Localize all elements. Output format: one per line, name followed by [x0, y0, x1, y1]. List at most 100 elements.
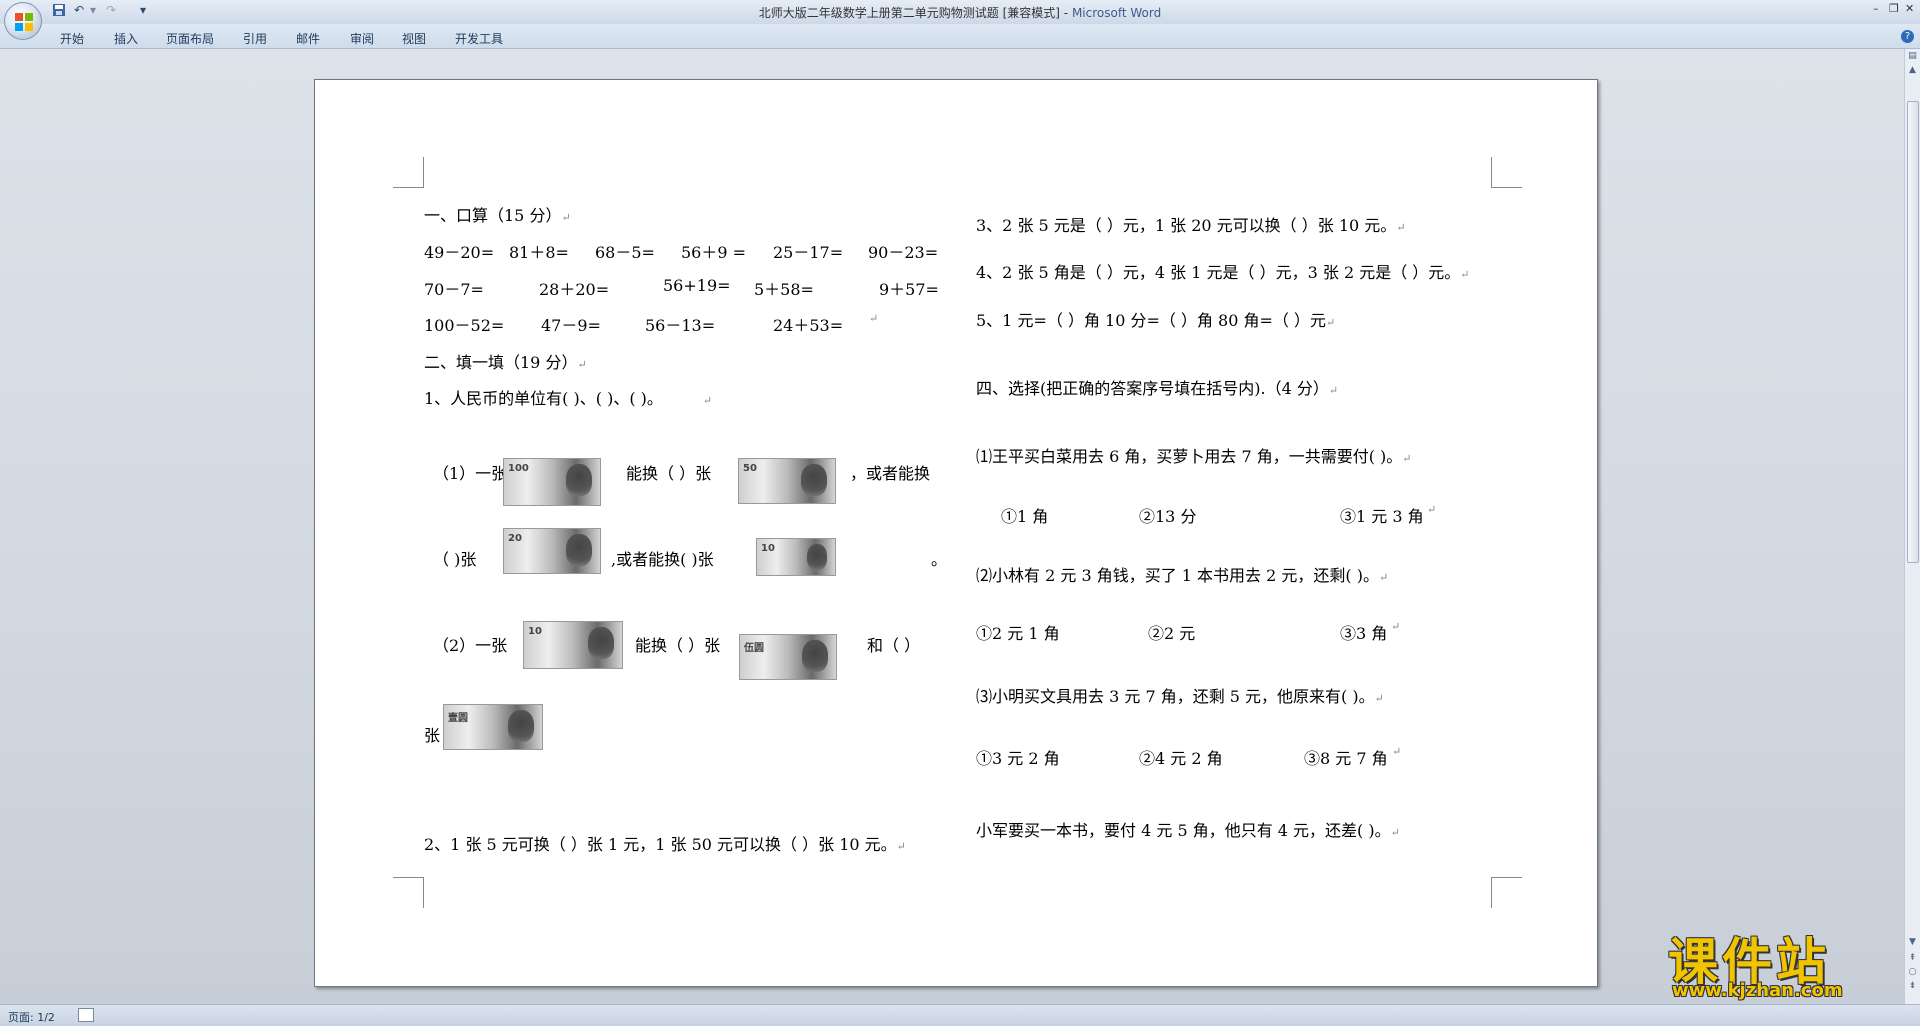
question-2-text: 2、1 张 5 元可换（ ）张 1 元，1 张 50 元可以换（ ）张 10 元… — [424, 835, 897, 854]
option: ②2 元 — [1148, 624, 1196, 643]
choice-3: ⑶小明买文具用去 3 元 7 角，还剩 5 元，他原来有( )。↵ — [976, 683, 1384, 707]
ruler-toggle-icon[interactable]: ▤ — [1907, 51, 1918, 62]
paragraph-mark: ↵ — [1427, 503, 1437, 516]
site-watermark: 课件站 www.kjzhan.com — [1668, 922, 1898, 1002]
banknote-label: 50 — [743, 463, 757, 474]
portrait-icon — [802, 640, 828, 672]
q1a-prefix: （1）一张 — [433, 464, 508, 483]
scroll-up-icon[interactable]: ▲ — [1907, 65, 1918, 76]
option: ③1 元 3 角 — [1340, 507, 1424, 526]
tab-developer[interactable]: 开发工具 — [455, 30, 503, 47]
paragraph-mark: ↵ — [1374, 692, 1384, 705]
banknote-1-image: 壹圆 — [443, 704, 543, 750]
arith-item: 68－5= — [595, 243, 655, 262]
arith-item: 90－23= — [868, 243, 939, 262]
choice-2: ⑵小林有 2 元 3 角钱，买了 1 本书用去 2 元，还剩( )。↵ — [976, 562, 1388, 586]
arith-item: 25－17= — [773, 243, 844, 262]
tab-insert[interactable]: 插入 — [114, 30, 138, 47]
banknote-label: 10 — [528, 626, 542, 637]
margin-corner-tr — [1491, 157, 1522, 188]
paragraph-mark: ↵ — [1378, 571, 1389, 584]
arith-item: 70－7= — [424, 280, 484, 299]
help-icon[interactable]: ? — [1901, 30, 1914, 43]
office-button[interactable] — [4, 2, 42, 40]
q2a-suffix: 和（ ） — [867, 636, 921, 655]
choice-1: ⑴王平买白菜用去 6 角，买萝卜用去 7 角，一共需要付( )。↵ — [976, 443, 1412, 467]
title-separator: - — [1059, 6, 1072, 20]
arith-item: 49－20= — [424, 243, 495, 262]
tab-page-layout[interactable]: 页面布局 — [166, 30, 214, 47]
margin-corner-br — [1491, 877, 1522, 908]
tab-references[interactable]: 引用 — [243, 30, 267, 47]
arith-item: 100－52= — [424, 316, 505, 335]
portrait-icon — [588, 627, 614, 659]
arith-item: 56－13= — [645, 316, 716, 335]
banknote-10-image: 10 — [756, 538, 836, 576]
banknote-5-image: 伍圆 — [739, 634, 837, 680]
q2a-prefix: （2）一张 — [433, 636, 508, 655]
option: ②4 元 2 角 — [1139, 749, 1223, 768]
document-title: 北师大版二年级数学上册第二单元购物测试题 [兼容模式] — [758, 6, 1060, 20]
next-page-icon[interactable]: ⇟ — [1907, 981, 1918, 992]
paragraph-mark: ↵ — [896, 840, 906, 853]
arith-item: 28＋20= — [539, 280, 610, 299]
q1a-mid: 能换（ ）张 — [626, 464, 712, 483]
tab-home[interactable]: 开始 — [60, 30, 84, 47]
choice-2-text: ⑵小林有 2 元 3 角钱，买了 1 本书用去 2 元，还剩( )。 — [976, 566, 1379, 585]
option: ①3 元 2 角 — [976, 749, 1060, 768]
arith-item: 56+19= — [663, 276, 731, 295]
paragraph-mark: ↵ — [1390, 826, 1400, 839]
banknote-20-image: 20 — [503, 528, 601, 574]
window-title: 北师大版二年级数学上册第二单元购物测试题 [兼容模式] - Microsoft … — [0, 4, 1920, 21]
paragraph-mark: ↵ — [1460, 268, 1470, 281]
question-1-text: 1、人民币的单位有( )、( )、( )。 — [424, 389, 663, 408]
q1b-end: 。 — [931, 550, 948, 569]
browse-object-icon[interactable]: ○ — [1907, 967, 1918, 978]
paragraph-mark: ↵ — [577, 358, 587, 371]
arith-item: 24＋53= — [773, 316, 844, 335]
previous-page-icon[interactable]: ⇞ — [1907, 953, 1918, 964]
title-bar: ↶ ▾ ↷ ▾ 北师大版二年级数学上册第二单元购物测试题 [兼容模式] - Mi… — [0, 0, 1920, 40]
app-name: Microsoft Word — [1071, 6, 1162, 20]
banknote-50-image: 50 — [738, 458, 836, 504]
question-4-text: 4、2 张 5 角是（ ）元，4 张 1 元是（ ）元，3 张 2 元是（ ）元… — [976, 263, 1461, 282]
scroll-down-icon[interactable]: ▼ — [1907, 937, 1918, 948]
paragraph-mark: ↵ — [1391, 620, 1401, 633]
close-icon[interactable]: ✕ — [1905, 2, 1914, 15]
minimize-icon[interactable]: – — [1873, 2, 1879, 15]
paragraph-mark: ↵ — [702, 394, 713, 407]
portrait-icon — [807, 544, 827, 570]
arith-item: 47－9= — [541, 316, 601, 335]
option: ③8 元 7 角 — [1304, 749, 1388, 768]
paragraph-mark: ↵ — [1328, 384, 1339, 397]
option: ①1 角 — [1001, 507, 1049, 526]
portrait-icon — [801, 464, 827, 496]
tab-view[interactable]: 视图 — [402, 30, 426, 47]
arith-item: 56＋9 = — [681, 243, 747, 262]
section-2-text: 二、填一填（19 分） — [424, 353, 578, 372]
portrait-icon — [566, 464, 592, 496]
banknote-100-image: 100 — [503, 458, 601, 506]
tab-review[interactable]: 审阅 — [350, 30, 374, 47]
paragraph-mark: ↵ — [561, 211, 571, 224]
choice-4-text: 小军要买一本书，要付 4 元 5 角，他只有 4 元，还差( )。 — [976, 821, 1391, 840]
paragraph-mark: ↵ — [1402, 452, 1412, 465]
paragraph-mark: ↵ — [1396, 221, 1406, 234]
watermark-url: www.kjzhan.com — [1672, 980, 1843, 1001]
question-1: 1、人民币的单位有( )、( )、( )。 ↵ — [424, 385, 712, 409]
q2a-mid: 能换（ ）张 — [635, 636, 721, 655]
page-indicator[interactable]: 页面: 1/2 — [8, 1009, 55, 1025]
question-4: 4、2 张 5 角是（ ）元，4 张 1 元是（ ）元，3 张 2 元是（ ）元… — [976, 259, 1470, 283]
question-3: 3、2 张 5 元是（ ）元，1 张 20 元可以换（ ）张 10 元。↵ — [976, 212, 1406, 236]
document-page[interactable]: 一、口算（15 分）↵ 49－20= 81＋8= 68－5= 56＋9 = 25… — [314, 79, 1598, 987]
proofing-icon[interactable] — [78, 1008, 94, 1022]
portrait-icon — [566, 534, 592, 566]
tab-mailings[interactable]: 邮件 — [296, 30, 320, 47]
q2b-prefix: 张 — [424, 726, 441, 745]
scrollbar-thumb[interactable] — [1907, 101, 1919, 563]
vertical-scrollbar[interactable]: ▤ ▲ ▼ ⇞ ○ ⇟ — [1904, 49, 1920, 1004]
restore-icon[interactable]: ❐ — [1889, 2, 1899, 15]
question-2: 2、1 张 5 元可换（ ）张 1 元，1 张 50 元可以换（ ）张 10 元… — [424, 831, 906, 855]
office-logo-icon — [15, 13, 33, 31]
question-5: 5、1 元=（ ）角 10 分=（ ）角 80 角=（ ）元↵ — [976, 307, 1335, 331]
